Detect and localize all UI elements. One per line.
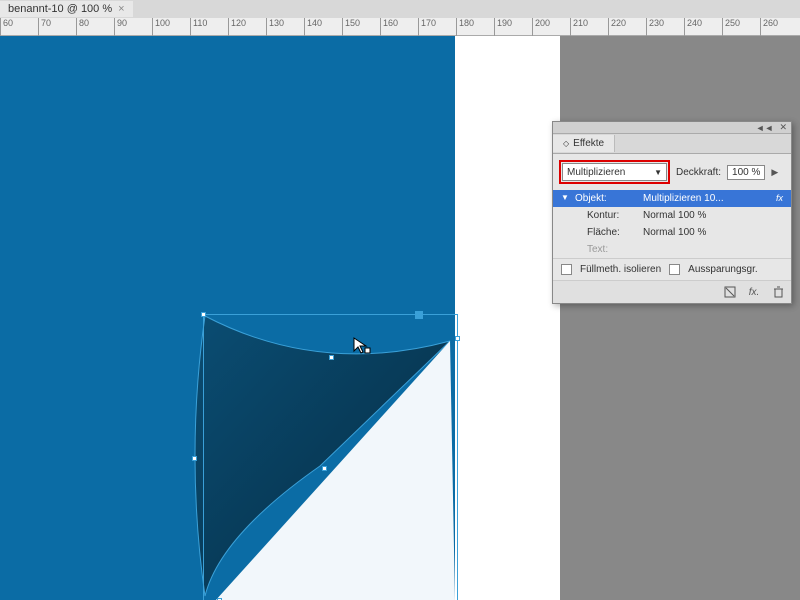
panel-title: Effekte xyxy=(573,138,604,149)
fx-badge: fx xyxy=(776,193,783,204)
effects-list: ▼Objekt:Multiplizieren 10...fxKontur:Nor… xyxy=(553,190,791,258)
tab-title: benannt-10 @ 100 % xyxy=(8,3,112,15)
expand-icon: ◇ xyxy=(563,139,569,148)
fx-button[interactable]: fx. xyxy=(747,285,761,299)
blend-opacity-row: Multiplizieren ▼ Deckkraft: 100 % ▶ xyxy=(553,154,791,190)
center-handle[interactable] xyxy=(415,311,423,319)
item-label: Fläche: xyxy=(575,227,643,238)
effects-panel: ◄◄ ✕ ◇ Effekte Multiplizieren ▼ Deckkraf… xyxy=(552,121,792,304)
item-label: Objekt: xyxy=(575,193,643,204)
isolate-label: Füllmeth. isolieren xyxy=(580,264,661,275)
item-label: Kontur: xyxy=(575,210,643,221)
ruler-tick: 250 xyxy=(722,18,740,36)
canvas[interactable] xyxy=(0,36,560,600)
clear-override-icon[interactable] xyxy=(723,285,737,299)
collapse-icon[interactable]: ◄◄ xyxy=(756,123,774,133)
ruler-tick: 240 xyxy=(684,18,702,36)
ruler-tick: 220 xyxy=(608,18,626,36)
effects-list-item[interactable]: Fläche:Normal 100 % xyxy=(553,224,791,241)
anchor-point[interactable] xyxy=(329,355,334,360)
trash-icon[interactable] xyxy=(771,285,785,299)
ruler-tick: 200 xyxy=(532,18,550,36)
workspace: ◄◄ ✕ ◇ Effekte Multiplizieren ▼ Deckkraf… xyxy=(0,36,800,600)
knockout-checkbox[interactable] xyxy=(669,264,680,275)
blend-mode-value: Multiplizieren xyxy=(567,167,625,178)
item-value xyxy=(643,244,783,255)
opacity-arrow-icon[interactable]: ▶ xyxy=(771,167,778,178)
ruler-tick: 80 xyxy=(76,18,89,36)
ruler-tick: 100 xyxy=(152,18,170,36)
ruler-tick: 140 xyxy=(304,18,322,36)
anchor-point[interactable] xyxy=(322,466,327,471)
blend-mode-select[interactable]: Multiplizieren ▼ xyxy=(562,163,667,181)
panel-tabs: ◇ Effekte xyxy=(553,134,791,154)
disclosure-icon: ▼ xyxy=(561,193,575,204)
blend-mode-highlight: Multiplizieren ▼ xyxy=(559,160,670,184)
ruler-tick: 190 xyxy=(494,18,512,36)
isolate-checkbox[interactable] xyxy=(561,264,572,275)
ruler-tick: 160 xyxy=(380,18,398,36)
panel-controls: ◄◄ ✕ xyxy=(553,122,791,134)
document-tab-bar: benannt-10 @ 100 % × xyxy=(0,0,800,18)
item-value: Multiplizieren 10... xyxy=(643,193,776,204)
ruler-tick: 210 xyxy=(570,18,588,36)
close-icon[interactable]: ✕ xyxy=(779,122,787,133)
effects-list-item[interactable]: ▼Objekt:Multiplizieren 10...fx xyxy=(553,190,791,207)
ruler-tick: 180 xyxy=(456,18,474,36)
ruler-tick: 130 xyxy=(266,18,284,36)
disclosure-icon xyxy=(561,244,575,255)
effects-list-item[interactable]: Text: xyxy=(553,241,791,258)
opacity-field[interactable]: 100 % xyxy=(727,165,765,180)
item-label: Text: xyxy=(575,244,643,255)
opacity-label: Deckkraft: xyxy=(676,167,721,178)
horizontal-ruler: 60 70 80 90 100 110 120 130 140 150 160 170 180 190 20… xyxy=(0,18,800,36)
ruler-tick: 230 xyxy=(646,18,664,36)
close-icon[interactable]: × xyxy=(118,3,124,15)
disclosure-icon xyxy=(561,227,575,238)
item-value: Normal 100 % xyxy=(643,227,783,238)
effects-list-item[interactable]: Kontur:Normal 100 % xyxy=(553,207,791,224)
options-row: Füllmeth. isolieren Aussparungsgr. xyxy=(553,258,791,280)
item-value: Normal 100 % xyxy=(643,210,783,221)
ruler-tick: 70 xyxy=(38,18,51,36)
ruler-tick: 110 xyxy=(190,18,207,36)
ruler-tick: 170 xyxy=(418,18,436,36)
anchor-point[interactable] xyxy=(201,312,206,317)
ruler-tick: 120 xyxy=(228,18,246,36)
disclosure-icon xyxy=(561,210,575,221)
knockout-label: Aussparungsgr. xyxy=(688,264,758,275)
document-tab[interactable]: benannt-10 @ 100 % × xyxy=(0,1,133,17)
ruler-tick: 60 xyxy=(0,18,13,36)
anchor-point[interactable] xyxy=(192,456,197,461)
ruler-tick: 90 xyxy=(114,18,127,36)
panel-footer: fx. xyxy=(553,280,791,303)
chevron-down-icon: ▼ xyxy=(654,168,662,177)
anchor-point[interactable] xyxy=(455,336,460,341)
tab-effects[interactable]: ◇ Effekte xyxy=(553,135,615,152)
ruler-tick: 150 xyxy=(342,18,360,36)
ruler-tick: 260 xyxy=(760,18,778,36)
